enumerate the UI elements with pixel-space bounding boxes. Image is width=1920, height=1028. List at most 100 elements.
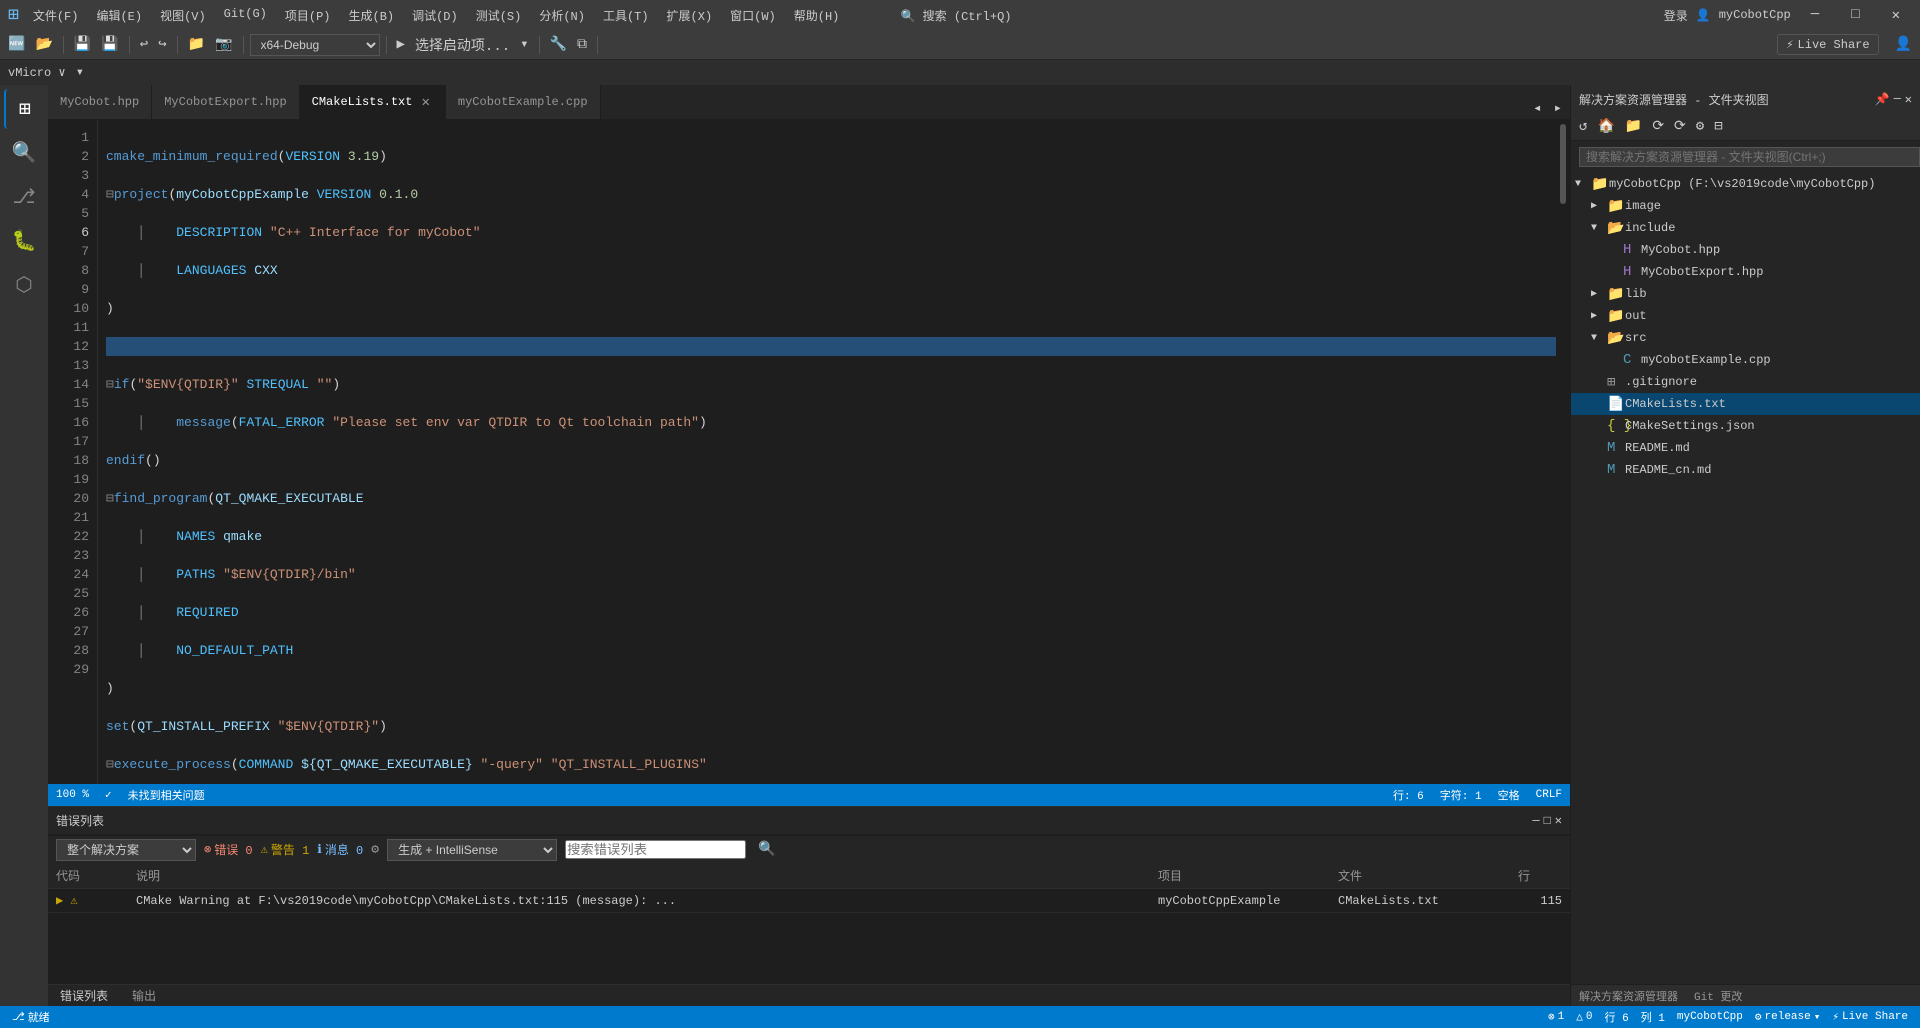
live-share-button[interactable]: ⚡ Live Share xyxy=(1777,34,1878,55)
tab-cmakelists-close[interactable]: ✕ xyxy=(418,93,432,112)
sol-close-icon[interactable]: ✕ xyxy=(1905,92,1912,107)
tree-item-lib[interactable]: ▶ 📁 lib xyxy=(1571,283,1920,305)
status-warnings[interactable]: △ 0 xyxy=(1572,1006,1596,1028)
panel-close[interactable]: ✕ xyxy=(1555,813,1562,828)
line-num-14: 14 xyxy=(48,375,89,394)
config-dropdown[interactable]: x64-Debug xyxy=(250,34,380,56)
search-icon[interactable]: 🔍 xyxy=(754,839,779,860)
sol-settings-button[interactable]: ⚙ xyxy=(1692,116,1708,137)
debug-button[interactable]: 🔧 xyxy=(546,34,571,55)
error-search-input[interactable] xyxy=(565,840,746,859)
menu-file[interactable]: 文件(F) xyxy=(25,5,87,26)
sol-home-button[interactable]: 🏠 xyxy=(1593,116,1618,137)
panel-minimize[interactable]: ─ xyxy=(1532,814,1539,828)
info-badge[interactable]: ℹ 消息 0 xyxy=(317,841,363,858)
menu-git[interactable]: Git(G) xyxy=(216,5,275,26)
tree-item-include[interactable]: ▼ 📂 include xyxy=(1571,217,1920,239)
menu-window[interactable]: 窗口(W) xyxy=(722,5,784,26)
activity-debug[interactable]: 🐛 xyxy=(4,221,44,261)
minimize-button[interactable]: ─ xyxy=(1799,0,1831,30)
redo-button[interactable]: ↪ xyxy=(154,34,170,55)
user-profile-button[interactable]: 👤 xyxy=(1891,34,1916,55)
solution-search-input[interactable] xyxy=(1579,147,1920,167)
tree-item-gitignore[interactable]: ▶ ⊞ .gitignore xyxy=(1571,371,1920,393)
activity-git[interactable]: ⎇ xyxy=(4,177,44,217)
tree-item-readme-cn[interactable]: ▶ M README_cn.md xyxy=(1571,459,1920,481)
scroll-bar[interactable] xyxy=(1556,120,1570,784)
scroll-thumb[interactable] xyxy=(1560,124,1566,204)
vmicro-label: vMicro ∨ xyxy=(4,63,70,82)
tree-item-mycobotexport-hpp[interactable]: ▶ H MyCobotExport.hpp xyxy=(1571,261,1920,283)
tree-root[interactable]: ▼ 📁 myCobotCpp (F:\vs2019code\myCobotCpp… xyxy=(1571,173,1920,195)
scope-dropdown[interactable]: 整个解决方案 xyxy=(56,839,196,861)
sol-refresh2-button[interactable]: ⟳ xyxy=(1670,116,1690,137)
panel-maximize[interactable]: □ xyxy=(1544,814,1551,828)
menu-build[interactable]: 生成(B) xyxy=(341,5,403,26)
maximize-button[interactable]: □ xyxy=(1839,0,1871,30)
menu-debug[interactable]: 调试(D) xyxy=(404,5,466,26)
activity-extensions[interactable]: ⬡ xyxy=(4,265,44,305)
run-button[interactable]: ▶ xyxy=(393,34,409,55)
tab-mycobotexample[interactable]: myCobotExample.cpp xyxy=(446,85,601,119)
start-label[interactable]: 选择启动项... xyxy=(411,33,514,57)
panel-tab-output[interactable]: 输出 xyxy=(128,985,160,1006)
sol-refresh-button[interactable]: ⟳ xyxy=(1648,116,1668,137)
save-all-button[interactable]: 💾 xyxy=(97,34,122,55)
tab-mycobot-hpp[interactable]: MyCobot.hpp xyxy=(48,85,152,119)
menu-tools[interactable]: 工具(T) xyxy=(595,5,657,26)
tree-item-cmakelists[interactable]: ▶ 📄 CMakeLists.txt xyxy=(1571,393,1920,415)
status-release[interactable]: ⚙ release ▾ xyxy=(1751,1006,1824,1028)
panel-tab-errorlist[interactable]: 错误列表 xyxy=(56,985,112,1006)
table-row[interactable]: ▶ ⚠ CMake Warning at F:\vs2019code\myCob… xyxy=(48,889,1570,913)
vmicro-button[interactable]: ▾ xyxy=(72,62,88,83)
tree-item-cmakesettings[interactable]: ▶ { } CMakeSettings.json xyxy=(1571,415,1920,437)
menu-project[interactable]: 项目(P) xyxy=(277,5,339,26)
new-project-button[interactable]: 🆕 xyxy=(4,34,29,55)
sol-collapse-button[interactable]: ⊟ xyxy=(1710,116,1726,137)
status-project[interactable]: myCobotCpp xyxy=(1673,1006,1747,1028)
sol-sync-button[interactable]: ↺ xyxy=(1575,116,1591,137)
search-box[interactable]: 🔍 搜索 (Ctrl+Q) xyxy=(901,10,1012,24)
sol-minimize-icon[interactable]: ─ xyxy=(1894,92,1901,106)
sol-new-folder-button[interactable]: 📁 xyxy=(1621,116,1646,137)
menu-extensions[interactable]: 扩展(X) xyxy=(659,5,721,26)
warning-badge[interactable]: ⚠ 警告 1 xyxy=(261,841,310,858)
menu-view[interactable]: 视图(V) xyxy=(152,5,214,26)
tree-item-mycobot-hpp[interactable]: ▶ H MyCobot.hpp xyxy=(1571,239,1920,261)
line-num-2: 2 xyxy=(48,147,89,166)
sign-in[interactable]: 登录 xyxy=(1664,7,1688,24)
error-badge[interactable]: ⊗ 错误 0 xyxy=(204,841,253,858)
status-branch[interactable]: ⎇ 就绪 xyxy=(8,1006,54,1028)
tab-mycobotexport-hpp[interactable]: MyCobotExport.hpp xyxy=(152,85,299,119)
tree-item-mycobotexample-cpp[interactable]: ▶ C myCobotExample.cpp xyxy=(1571,349,1920,371)
menu-analyze[interactable]: 分析(N) xyxy=(531,5,593,26)
save-button[interactable]: 💾 xyxy=(70,34,95,55)
build-dropdown[interactable]: 生成 + IntelliSense xyxy=(387,839,557,861)
copy-button[interactable]: ⧉ xyxy=(573,35,591,55)
start-dropdown[interactable]: ▾ xyxy=(516,34,532,55)
status-errors[interactable]: ⊗ 1 xyxy=(1544,1006,1568,1028)
undo-button[interactable]: ↩ xyxy=(136,34,152,55)
sol-pin-icon[interactable]: 📌 xyxy=(1875,92,1890,107)
solution-explorer-footer-label[interactable]: 解决方案资源管理器 xyxy=(1579,988,1678,1004)
menu-edit[interactable]: 编辑(E) xyxy=(88,5,150,26)
menu-help[interactable]: 帮助(H) xyxy=(786,5,848,26)
git-changes-footer-label[interactable]: Git 更改 xyxy=(1694,988,1742,1004)
tab-cmakelists[interactable]: CMakeLists.txt ✕ xyxy=(300,85,446,119)
warning-icon: ⚠ xyxy=(261,842,268,857)
menu-test[interactable]: 测试(S) xyxy=(468,5,530,26)
tab-scroll-left[interactable]: ◂ xyxy=(1529,98,1545,119)
activity-explorer[interactable]: ⊞ xyxy=(4,89,44,129)
tree-item-readme[interactable]: ▶ M README.md xyxy=(1571,437,1920,459)
open-folder-button[interactable]: 📁 xyxy=(184,34,209,55)
close-button[interactable]: ✕ xyxy=(1880,0,1912,30)
screenshot-button[interactable]: 📷 xyxy=(211,34,236,55)
open-button[interactable]: 📂 xyxy=(31,34,56,55)
activity-search[interactable]: 🔍 xyxy=(4,133,44,173)
status-liveshare[interactable]: ⚡ Live Share xyxy=(1828,1006,1912,1028)
tree-item-src[interactable]: ▼ 📂 src xyxy=(1571,327,1920,349)
tree-item-out[interactable]: ▶ 📁 out xyxy=(1571,305,1920,327)
tree-item-image[interactable]: ▶ 📁 image xyxy=(1571,195,1920,217)
tab-scroll-right[interactable]: ▸ xyxy=(1550,98,1566,119)
code-content[interactable]: cmake_minimum_required(VERSION 3.19) ⊟pr… xyxy=(98,120,1556,784)
